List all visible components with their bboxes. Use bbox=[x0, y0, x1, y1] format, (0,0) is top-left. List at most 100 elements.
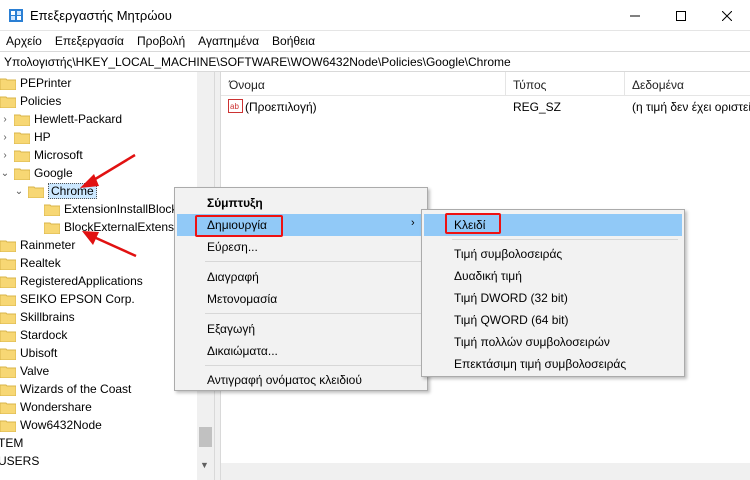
menu-view[interactable]: Προβολή bbox=[131, 31, 192, 51]
submenu-item-dword-value[interactable]: Τιμή DWORD (32 bit) bbox=[424, 287, 682, 309]
tree-item[interactable]: SEIKO EPSON Corp. bbox=[0, 290, 135, 308]
maximize-icon bbox=[676, 10, 686, 21]
tree-item[interactable]: Valve bbox=[0, 362, 49, 380]
tree-item[interactable]: › HP bbox=[0, 128, 51, 146]
tree-item[interactable]: RegisteredApplications bbox=[0, 272, 143, 290]
tree-item-label: Stardock bbox=[20, 328, 68, 342]
submenu-item-multi-string-value[interactable]: Τιμή πολλών συμβολοσειρών bbox=[424, 331, 682, 353]
tree-item[interactable]: PEPrinter bbox=[0, 74, 71, 92]
menu-item-export[interactable]: Εξαγωγή bbox=[177, 318, 425, 340]
tree-item-label: Realtek bbox=[20, 256, 61, 270]
folder-icon bbox=[0, 384, 16, 396]
tree-item[interactable]: Wow6432Node bbox=[0, 416, 102, 434]
chevron-right-icon[interactable]: › bbox=[0, 114, 10, 125]
close-button[interactable] bbox=[704, 0, 750, 31]
submenu-item-string-value[interactable]: Τιμή συμβολοσειράς bbox=[424, 243, 682, 265]
address-bar[interactable]: Υπολογιστής\HKEY_LOCAL_MACHINE\SOFTWARE\… bbox=[0, 51, 750, 72]
tree-item-label: Google bbox=[34, 166, 73, 180]
tree-item[interactable]: Ubisoft bbox=[0, 344, 57, 362]
tree-item[interactable]: Policies bbox=[0, 92, 61, 110]
tree-item-label: Chrome bbox=[48, 183, 97, 199]
tree-item[interactable]: › Hewlett-Packard bbox=[0, 110, 122, 128]
minimize-button[interactable] bbox=[612, 0, 658, 31]
chevron-right-icon[interactable]: › bbox=[0, 150, 10, 161]
folder-icon bbox=[14, 132, 30, 144]
tree-item-label: Policies bbox=[20, 94, 62, 108]
tree-item[interactable]: Skillbrains bbox=[0, 308, 75, 326]
folder-icon bbox=[0, 348, 16, 360]
tree-item[interactable]: USERS bbox=[0, 452, 39, 470]
close-icon bbox=[722, 10, 732, 21]
tree-item-label: Valve bbox=[20, 364, 50, 378]
tree-item[interactable]: Rainmeter bbox=[0, 236, 75, 254]
folder-icon bbox=[44, 204, 60, 216]
folder-icon bbox=[0, 78, 16, 90]
menu-item-delete[interactable]: Διαγραφή bbox=[177, 266, 425, 288]
tree-item-label: Ubisoft bbox=[20, 346, 58, 360]
menu-help[interactable]: Βοήθεια bbox=[266, 31, 322, 51]
scrollbar-thumb[interactable] bbox=[199, 427, 212, 447]
tree-item-label: ExtensionInstallBlock bbox=[64, 202, 178, 216]
regedit-icon bbox=[9, 9, 23, 22]
folder-icon bbox=[14, 114, 30, 126]
tree-item-label: Wizards of the Coast bbox=[20, 382, 132, 396]
tree-item-label: Hewlett-Packard bbox=[34, 112, 123, 126]
column-type[interactable]: Τύπος bbox=[513, 78, 546, 92]
tree-item-selected[interactable]: ⌄ Chrome bbox=[14, 182, 97, 200]
new-submenu: Κλειδί Τιμή συμβολοσειράς Δυαδική τιμή Τ… bbox=[421, 209, 685, 377]
menu-item-permissions[interactable]: Δικαιώματα... bbox=[177, 340, 425, 362]
tree-item[interactable]: Wondershare bbox=[0, 398, 92, 416]
list-hscrollbar[interactable] bbox=[221, 463, 750, 480]
tree-item-label: USERS bbox=[0, 454, 40, 468]
value-name: (Προεπιλογή) bbox=[245, 100, 317, 114]
submenu-item-binary-value[interactable]: Δυαδική τιμή bbox=[424, 265, 682, 287]
table-row[interactable]: ab (Προεπιλογή) REG_SZ (η τιμή δεν έχει … bbox=[221, 98, 750, 116]
tree-item-label: Rainmeter bbox=[20, 238, 76, 252]
menu-item-collapse[interactable]: Σύμπτυξη bbox=[177, 192, 425, 214]
menu-bar: Αρχείο Επεξεργασία Προβολή Αγαπημένα Βοή… bbox=[0, 31, 750, 51]
maximize-button[interactable] bbox=[658, 0, 704, 31]
submenu-item-qword-value[interactable]: Τιμή QWORD (64 bit) bbox=[424, 309, 682, 331]
minimize-icon bbox=[630, 15, 640, 16]
column-divider[interactable] bbox=[624, 72, 625, 96]
tree-item[interactable]: › Microsoft bbox=[0, 146, 82, 164]
string-value-icon: ab bbox=[228, 99, 243, 113]
menu-favorites[interactable]: Αγαπημένα bbox=[192, 31, 266, 51]
annotation-box-new bbox=[195, 215, 283, 237]
menu-item-copy-key-name[interactable]: Αντιγραφή ονόματος κλειδιού bbox=[177, 369, 425, 391]
column-divider[interactable] bbox=[505, 72, 506, 96]
menu-separator bbox=[452, 239, 678, 240]
menu-item-rename[interactable]: Μετονομασία bbox=[177, 288, 425, 310]
tree-item-label: HP bbox=[34, 130, 51, 144]
submenu-item-expandable-string-value[interactable]: Επεκτάσιμη τιμή συμβολοσειράς bbox=[424, 353, 682, 375]
tree-item-label: PEPrinter bbox=[20, 76, 72, 90]
svg-text:ab: ab bbox=[230, 102, 239, 111]
column-name[interactable]: Όνομα bbox=[229, 78, 265, 92]
window-title: Επεξεργαστής Μητρώου bbox=[30, 8, 172, 23]
tree-item[interactable]: ⌄ Google bbox=[0, 164, 73, 182]
tree-item[interactable]: Wizards of the Coast bbox=[0, 380, 131, 398]
tree-item[interactable]: Stardock bbox=[0, 326, 67, 344]
chevron-down-icon[interactable]: ⌄ bbox=[14, 186, 24, 197]
menu-separator bbox=[205, 365, 425, 366]
tree-item[interactable]: ExtensionInstallBlock bbox=[44, 200, 177, 218]
menu-edit[interactable]: Επεξεργασία bbox=[49, 31, 131, 51]
column-data[interactable]: Δεδομένα bbox=[632, 78, 684, 92]
tree-item[interactable]: BlockExternalExtensi bbox=[44, 218, 177, 236]
chevron-right-icon[interactable]: › bbox=[0, 132, 10, 143]
list-header: Όνομα Τύπος Δεδομένα bbox=[221, 72, 750, 96]
chevron-down-icon[interactable]: ⌄ bbox=[0, 168, 10, 179]
scroll-down-icon[interactable]: ▼ bbox=[200, 460, 209, 470]
folder-icon bbox=[14, 150, 30, 162]
tree-item-label: Wondershare bbox=[20, 400, 92, 414]
menu-file[interactable]: Αρχείο bbox=[0, 31, 49, 51]
chevron-right-icon: › bbox=[411, 217, 415, 229]
menu-item-find[interactable]: Εύρεση... bbox=[177, 236, 425, 258]
folder-icon bbox=[0, 294, 16, 306]
tree-item[interactable]: TEM bbox=[0, 434, 23, 452]
tree-item-label: Wow6432Node bbox=[20, 418, 102, 432]
title-bar: Επεξεργαστής Μητρώου bbox=[0, 0, 750, 31]
tree-item[interactable]: Realtek bbox=[0, 254, 61, 272]
value-type: REG_SZ bbox=[513, 100, 562, 114]
folder-icon bbox=[0, 96, 16, 108]
